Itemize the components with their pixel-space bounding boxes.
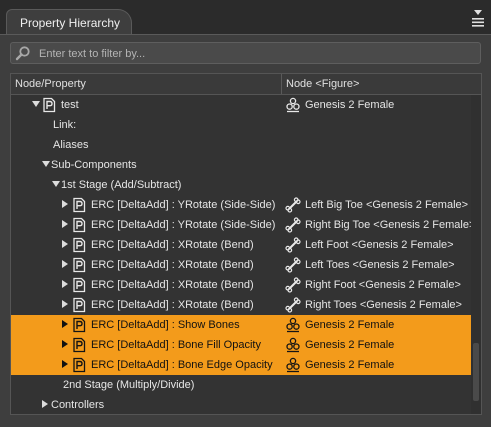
- filter-input[interactable]: [37, 44, 471, 64]
- row-label: Link:: [53, 119, 77, 131]
- row-label: ERC [DeltaAdd] : XRotate (Bend): [91, 259, 254, 271]
- tree-row[interactable]: Link:: [11, 115, 471, 135]
- row-node: Right Big Toe <Genesis 2 Female>: [305, 219, 476, 231]
- property-tree: Node/Property Node <Figure> test Genesis …: [10, 73, 482, 415]
- figure-icon: [286, 317, 300, 333]
- search-icon: [15, 46, 30, 61]
- tree-header: Node/Property Node <Figure>: [11, 74, 481, 95]
- property-icon: [73, 357, 86, 373]
- tree-row[interactable]: Controllers: [11, 395, 471, 414]
- tree-row[interactable]: ERC [DeltaAdd] : YRotate (Side-Side) Righ…: [11, 215, 475, 235]
- row-node: Left Foot <Genesis 2 Female>: [305, 239, 454, 251]
- row-label: ERC [DeltaAdd] : Bone Edge Opacity: [91, 359, 273, 371]
- tree-row[interactable]: ERC [DeltaAdd] : XRotate (Bend) Left Toes…: [11, 255, 471, 275]
- bone-icon: [285, 257, 301, 273]
- collapsed-arrow-icon[interactable]: [62, 240, 68, 248]
- row-node: Genesis 2 Female: [305, 319, 395, 331]
- row-label: ERC [DeltaAdd] : Bone Fill Opacity: [91, 339, 261, 351]
- property-hierarchy-panel: Node/Property Node <Figure> test Genesis …: [0, 34, 491, 427]
- row-label: ERC [DeltaAdd] : XRotate (Bend): [91, 299, 254, 311]
- row-node: Genesis 2 Female: [305, 339, 395, 351]
- collapsed-arrow-icon[interactable]: [62, 280, 68, 288]
- row-label: ERC [DeltaAdd] : XRotate (Bend): [91, 279, 254, 291]
- figure-icon: [286, 97, 300, 113]
- tree-row[interactable]: test Genesis 2 Female: [11, 95, 471, 115]
- bone-icon: [285, 297, 301, 313]
- collapsed-arrow-icon[interactable]: [42, 400, 48, 408]
- collapsed-arrow-icon[interactable]: [62, 360, 68, 368]
- row-node: Genesis 2 Female: [305, 359, 395, 371]
- column-header-node-property[interactable]: Node/Property: [15, 78, 86, 90]
- tree-row[interactable]: ERC [DeltaAdd] : XRotate (Bend) Left Foot…: [11, 235, 471, 255]
- tree-row[interactable]: 1st Stage (Add/Subtract): [11, 175, 471, 195]
- expanded-arrow-icon[interactable]: [52, 181, 60, 187]
- property-icon: [73, 277, 86, 293]
- tab-label: Property Hierarchy: [20, 16, 121, 30]
- property-icon: [73, 237, 86, 253]
- property-icon: [73, 217, 86, 233]
- bone-icon: [285, 237, 301, 253]
- panel-menu-icon[interactable]: [471, 8, 485, 28]
- tree-row[interactable]: ERC [DeltaAdd] : XRotate (Bend) Right Toe…: [11, 295, 471, 315]
- tree-row[interactable]: ERC [DeltaAdd] : Show Bones Genesis 2 Fem…: [11, 315, 471, 335]
- tree-row[interactable]: 2nd Stage (Multiply/Divide): [11, 375, 471, 395]
- column-divider[interactable]: [281, 74, 282, 94]
- tab-bar: Property Hierarchy: [0, 0, 491, 35]
- figure-icon: [286, 357, 300, 373]
- collapsed-arrow-icon[interactable]: [62, 320, 68, 328]
- row-node: Left Big Toe <Genesis 2 Female>: [305, 199, 469, 211]
- row-label: ERC [DeltaAdd] : YRotate (Side-Side): [91, 199, 276, 211]
- row-node: Right Foot <Genesis 2 Female>: [305, 279, 461, 291]
- row-label: Aliases: [53, 139, 89, 151]
- column-header-node-figure[interactable]: Node <Figure>: [286, 78, 359, 90]
- expanded-arrow-icon[interactable]: [42, 161, 50, 167]
- collapsed-arrow-icon[interactable]: [62, 200, 68, 208]
- tree-row[interactable]: ERC [DeltaAdd] : XRotate (Bend) Right Foo…: [11, 275, 471, 295]
- collapsed-arrow-icon[interactable]: [62, 260, 68, 268]
- row-label: 1st Stage (Add/Subtract): [61, 179, 182, 191]
- property-icon: [73, 337, 86, 353]
- row-label: Sub-Components: [51, 159, 137, 171]
- collapsed-arrow-icon[interactable]: [62, 340, 68, 348]
- tree-row[interactable]: ERC [DeltaAdd] : Bone Edge Opacity Genesi…: [11, 355, 471, 375]
- row-label: ERC [DeltaAdd] : Show Bones: [91, 319, 240, 331]
- row-label: ERC [DeltaAdd] : XRotate (Bend): [91, 239, 254, 251]
- tree-row[interactable]: Aliases: [11, 135, 471, 155]
- bone-icon: [285, 217, 301, 233]
- tree-row[interactable]: ERC [DeltaAdd] : Bone Fill Opacity Genesi…: [11, 335, 471, 355]
- tree-row[interactable]: ERC [DeltaAdd] : YRotate (Side-Side) Left…: [11, 195, 471, 215]
- scrollbar-thumb[interactable]: [473, 343, 479, 401]
- property-icon: [73, 197, 86, 213]
- collapsed-arrow-icon[interactable]: [62, 220, 68, 228]
- figure-icon: [286, 337, 300, 353]
- expanded-arrow-icon[interactable]: [32, 101, 40, 107]
- collapsed-arrow-icon[interactable]: [62, 300, 68, 308]
- vertical-scrollbar[interactable]: [471, 95, 481, 414]
- row-label: 2nd Stage (Multiply/Divide): [63, 379, 195, 391]
- property-icon: [73, 297, 86, 313]
- row-label: Controllers: [51, 399, 105, 411]
- row-node: Right Toes <Genesis 2 Female>: [305, 299, 462, 311]
- property-icon: [73, 257, 86, 273]
- bone-icon: [285, 197, 301, 213]
- tab-property-hierarchy[interactable]: Property Hierarchy: [6, 9, 132, 35]
- property-icon: [73, 317, 86, 333]
- filter-box[interactable]: [10, 42, 481, 64]
- row-label: ERC [DeltaAdd] : YRotate (Side-Side): [91, 219, 276, 231]
- row-node: Left Toes <Genesis 2 Female>: [305, 259, 455, 271]
- row-node: Genesis 2 Female: [305, 99, 395, 111]
- tree-row[interactable]: Sub-Components: [11, 155, 471, 175]
- bone-icon: [285, 277, 301, 293]
- row-label: test: [61, 99, 79, 111]
- property-icon: [43, 97, 56, 113]
